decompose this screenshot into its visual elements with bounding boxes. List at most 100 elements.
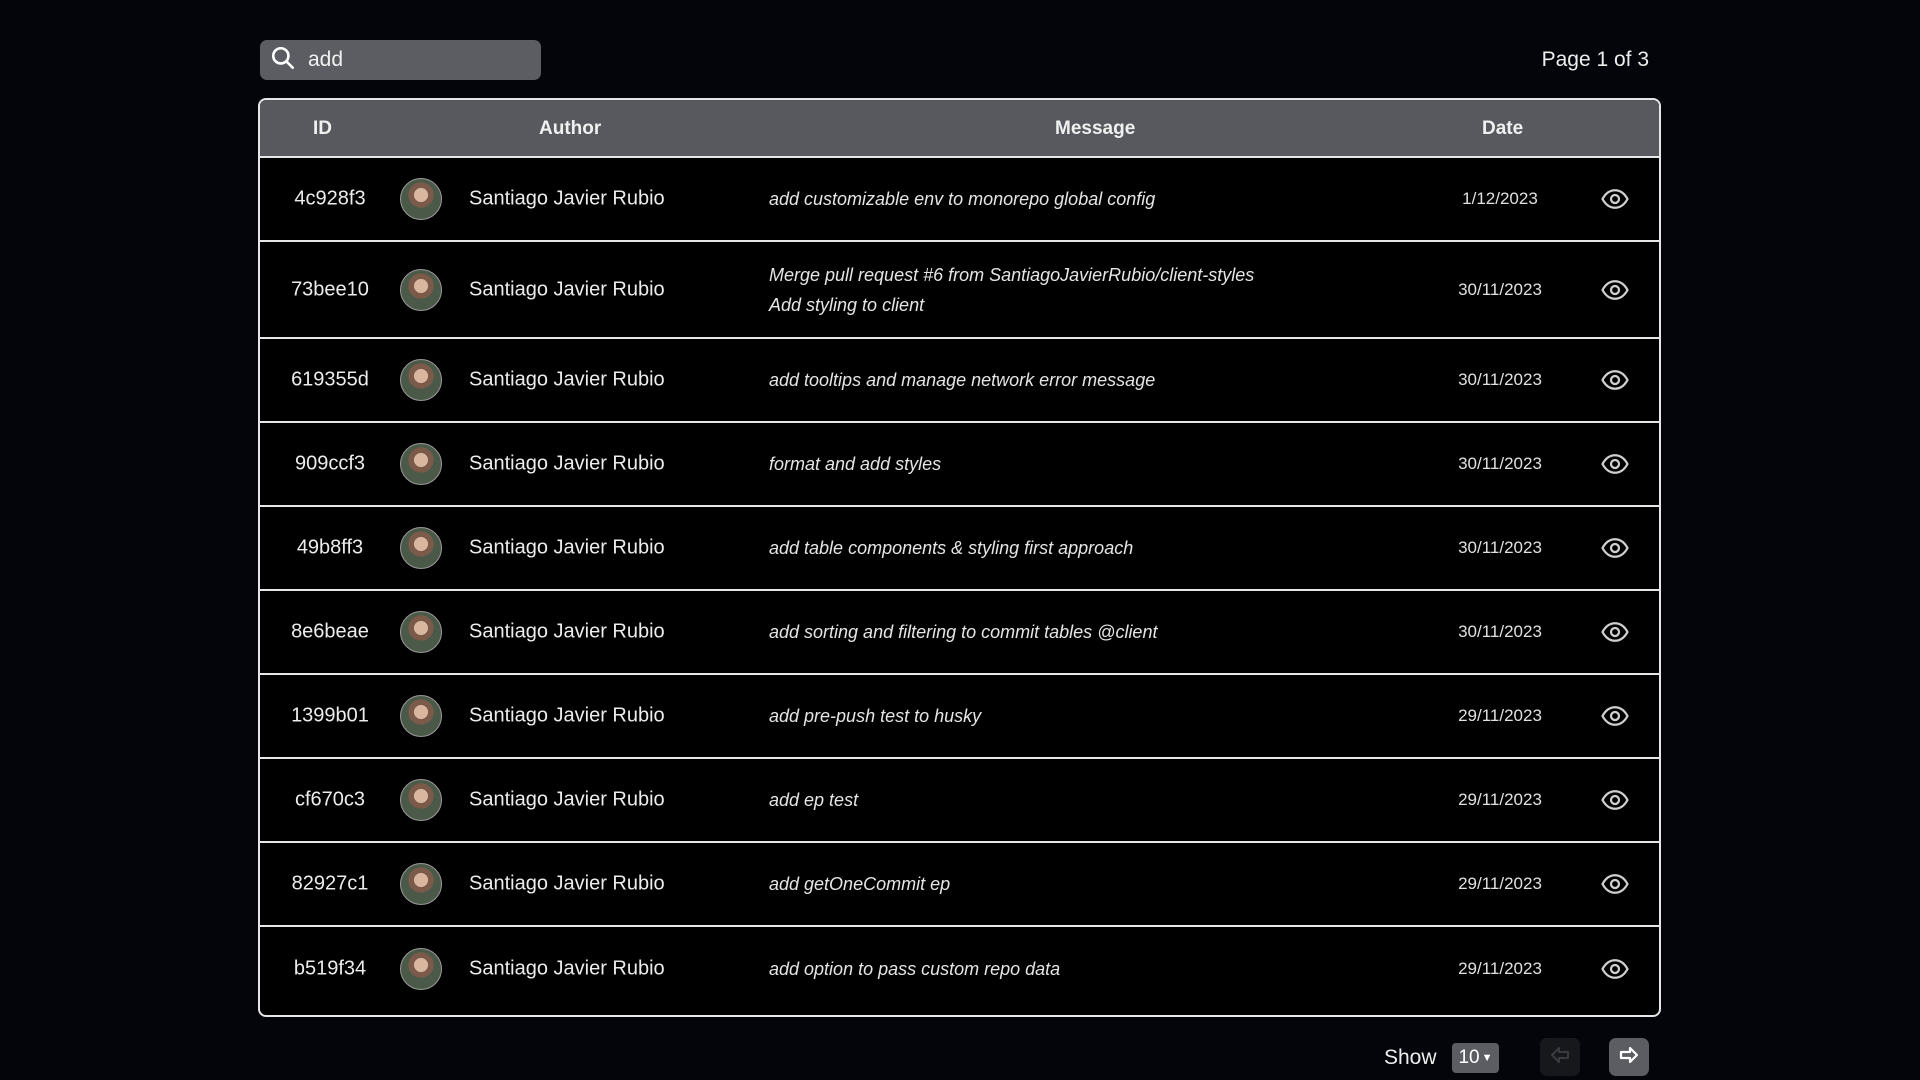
commit-message: add tooltips and manage network error me… <box>769 365 1409 395</box>
eye-icon[interactable] <box>1600 785 1630 815</box>
search-box[interactable] <box>260 40 541 80</box>
table-row: 49b8ff3 Santiago Javier Rubio add table co… <box>260 507 1659 591</box>
page-size-value: 10 <box>1458 1047 1480 1068</box>
commit-message-line: add option to pass custom repo data <box>769 959 1061 979</box>
commit-author: Santiago Javier Rubio <box>469 536 665 559</box>
commit-message-line: add customizable env to monorepo global … <box>769 189 1156 209</box>
commit-message-line: add sorting and filtering to commit tabl… <box>769 622 1158 642</box>
commit-author: Santiago Javier Rubio <box>469 368 665 391</box>
commit-id: cf670c3 <box>294 788 366 811</box>
next-page-button[interactable] <box>1609 1038 1649 1076</box>
commit-id: 73bee10 <box>291 278 369 300</box>
commit-id: 8e6beae <box>291 620 369 643</box>
table-row: 909ccf3 Santiago Javier Rubio format and a… <box>260 423 1659 507</box>
commit-id: 49b8ff3 <box>296 536 364 559</box>
commit-author: Santiago Javier Rubio <box>469 620 665 643</box>
column-header-date[interactable]: Date <box>1482 118 1523 140</box>
avatar <box>400 359 442 401</box>
chevron-down-icon: ▼ <box>1481 1052 1493 1064</box>
eye-icon[interactable] <box>1600 533 1630 563</box>
search-icon <box>270 45 296 76</box>
commit-date: 29/11/2023 <box>1458 959 1542 978</box>
avatar <box>400 611 442 653</box>
commit-message: format and add styles <box>769 449 1409 479</box>
commit-message: add table components & styling first app… <box>769 533 1409 563</box>
commits-page: Page 1 of 3 ID Author Message Date 4c928… <box>0 0 1920 1080</box>
eye-icon[interactable] <box>1600 365 1630 395</box>
commit-message-line: format and add styles <box>769 454 942 474</box>
commits-table: ID Author Message Date 4c928f3 Santiago J… <box>258 98 1661 1017</box>
table-row: 1399b01 Santiago Javier Rubio add pre-push… <box>260 675 1659 759</box>
commit-date: 30/11/2023 <box>1458 538 1542 557</box>
table-row: 73bee10 Santiago Javier Rubio Merge pull r… <box>260 242 1659 339</box>
commit-message: Merge pull request #6 from SantiagoJavie… <box>769 260 1409 320</box>
commit-author: Santiago Javier Rubio <box>469 278 665 300</box>
commit-id: 619355d <box>291 368 369 391</box>
table-row: 82927c1 Santiago Javier Rubio add getOneCo… <box>260 843 1659 927</box>
previous-page-button[interactable] <box>1540 1038 1580 1076</box>
commit-id: 4c928f3 <box>294 187 366 210</box>
commit-message-line: add getOneCommit ep <box>769 874 951 894</box>
commit-id: 82927c1 <box>291 872 369 895</box>
eye-icon[interactable] <box>1600 275 1630 305</box>
eye-icon[interactable] <box>1600 701 1630 731</box>
eye-icon[interactable] <box>1600 449 1630 479</box>
commit-author: Santiago Javier Rubio <box>469 704 665 727</box>
eye-icon[interactable] <box>1600 184 1630 214</box>
commit-date: 1/12/2023 <box>1462 189 1538 208</box>
table-row: 4c928f3 Santiago Javier Rubio add customiz… <box>260 158 1659 242</box>
avatar <box>400 863 442 905</box>
table-row: b519f34 Santiago Javier Rubio add option t… <box>260 927 1659 1011</box>
commit-message-line: add table components & styling first app… <box>769 538 1134 558</box>
commit-message: add customizable env to monorepo global … <box>769 184 1409 214</box>
commit-id: b519f34 <box>293 957 367 980</box>
column-header-id[interactable]: ID <box>313 118 332 140</box>
commit-author: Santiago Javier Rubio <box>469 788 665 811</box>
table-row: 8e6beae Santiago Javier Rubio add sorting … <box>260 591 1659 675</box>
commit-date: 30/11/2023 <box>1458 454 1542 473</box>
avatar <box>400 779 442 821</box>
commit-message: add pre-push test to husky <box>769 701 1409 731</box>
page-size-select[interactable]: 10 ▼ <box>1452 1043 1499 1073</box>
commit-author: Santiago Javier Rubio <box>469 452 665 475</box>
arrow-right-icon <box>1617 1043 1641 1072</box>
commit-date: 30/11/2023 <box>1458 370 1542 389</box>
commit-message: add sorting and filtering to commit tabl… <box>769 617 1409 647</box>
commit-date: 29/11/2023 <box>1458 790 1542 809</box>
show-label: Show <box>1384 1046 1437 1069</box>
table-row: cf670c3 Santiago Javier Rubio add ep test 2… <box>260 759 1659 843</box>
table-row: 619355d Santiago Javier Rubio add tooltips… <box>260 339 1659 423</box>
avatar <box>400 178 442 220</box>
commit-id: 909ccf3 <box>294 452 366 475</box>
commit-id: 1399b01 <box>291 704 369 727</box>
commit-message: add option to pass custom repo data <box>769 954 1409 984</box>
table-header: ID Author Message Date <box>260 100 1659 158</box>
commit-message-line: Add styling to client <box>769 294 925 315</box>
eye-icon[interactable] <box>1600 869 1630 899</box>
arrow-left-icon <box>1548 1043 1572 1072</box>
column-header-author[interactable]: Author <box>539 118 601 140</box>
commit-message-line: add pre-push test to husky <box>769 706 982 726</box>
commit-message: add getOneCommit ep <box>769 869 1409 899</box>
eye-icon[interactable] <box>1600 954 1630 984</box>
eye-icon[interactable] <box>1600 617 1630 647</box>
page-indicator: Page 1 of 3 <box>1541 48 1649 71</box>
commit-author: Santiago Javier Rubio <box>469 957 665 980</box>
commit-author: Santiago Javier Rubio <box>469 872 665 895</box>
commit-date: 30/11/2023 <box>1458 279 1542 299</box>
avatar <box>400 268 442 311</box>
avatar <box>400 948 442 990</box>
commit-date: 29/11/2023 <box>1458 706 1542 725</box>
commit-date: 30/11/2023 <box>1458 622 1542 641</box>
commit-message: add ep test <box>769 785 1409 815</box>
avatar <box>400 695 442 737</box>
commit-message-line: add ep test <box>769 790 859 810</box>
commit-author: Santiago Javier Rubio <box>469 187 665 210</box>
commit-message-line: add tooltips and manage network error me… <box>769 370 1156 390</box>
avatar <box>400 527 442 569</box>
table-body: 4c928f3 Santiago Javier Rubio add customiz… <box>260 158 1659 1011</box>
commit-date: 29/11/2023 <box>1458 874 1542 893</box>
avatar <box>400 443 442 485</box>
search-input[interactable] <box>306 47 510 73</box>
column-header-message[interactable]: Message <box>1055 118 1135 140</box>
